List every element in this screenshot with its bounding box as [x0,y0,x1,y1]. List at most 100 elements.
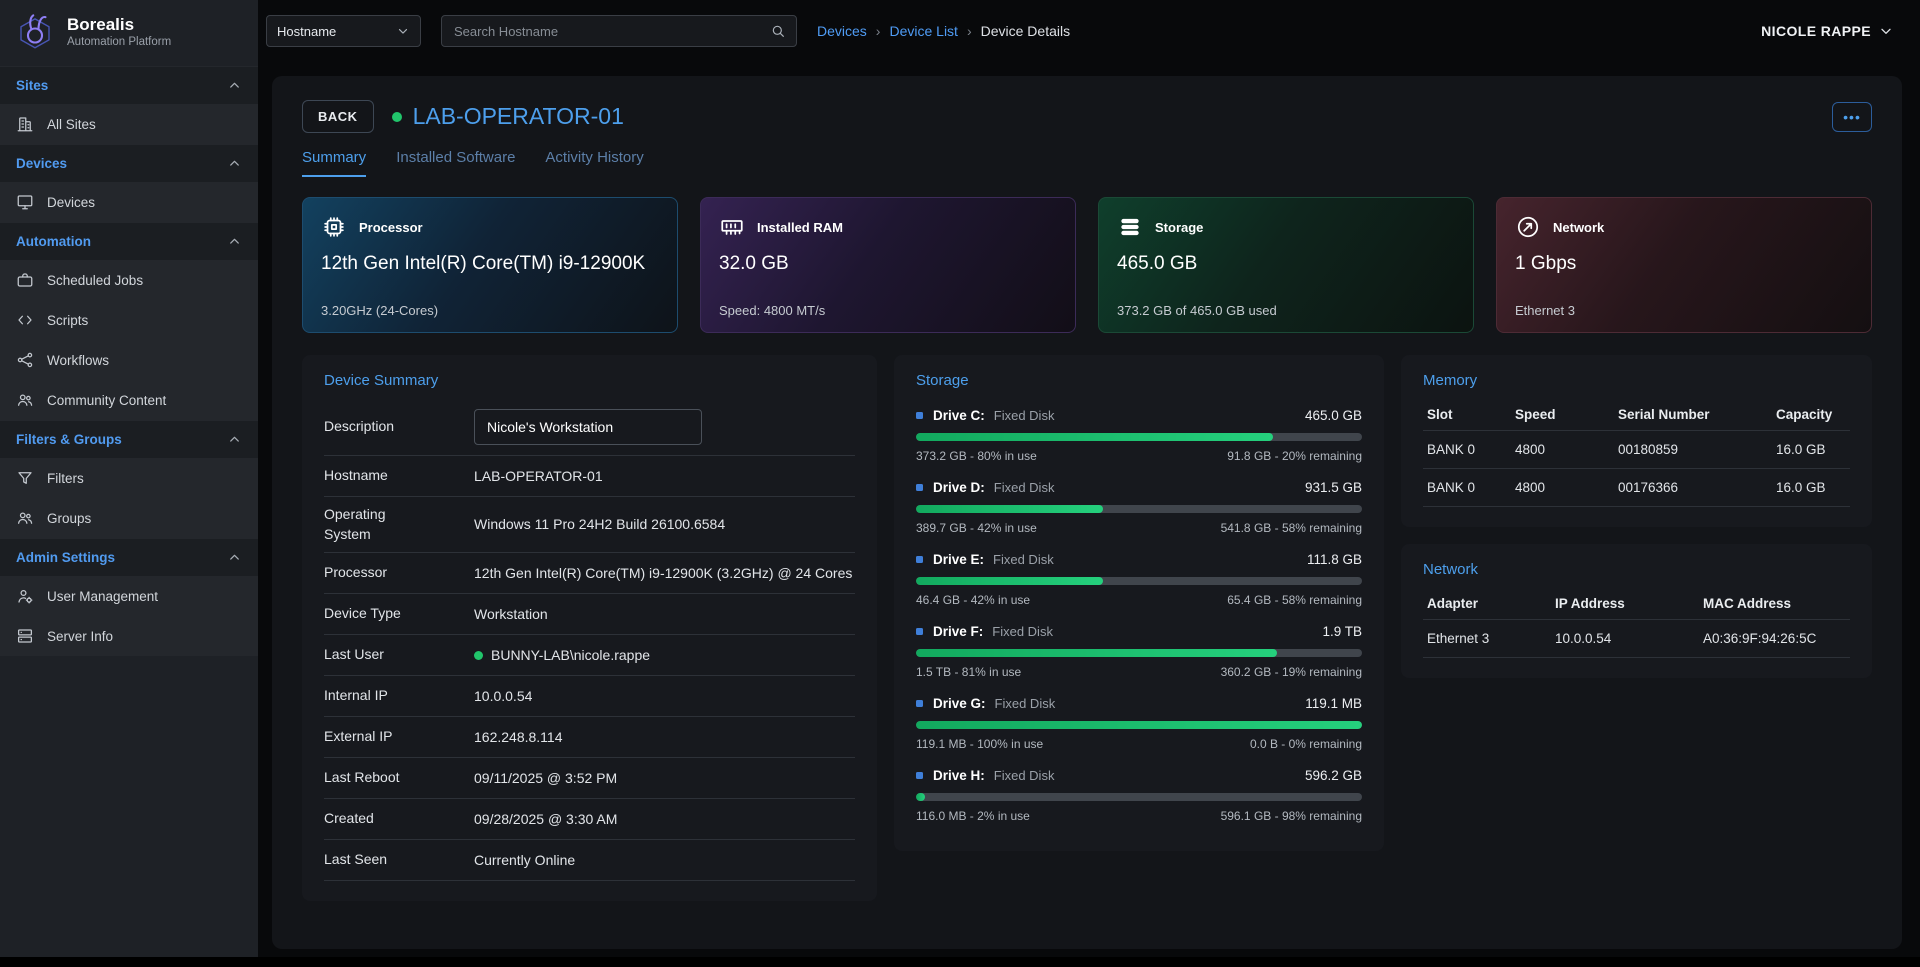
chevron-up-icon [227,550,242,565]
network-icon [1515,214,1541,240]
sidebar-item-scripts[interactable]: Scripts [0,300,258,340]
sidebar-item-scheduled-jobs[interactable]: Scheduled Jobs [0,260,258,300]
building-icon [16,115,34,133]
stat-card-network: Network 1 Gbps Ethernet 3 [1496,197,1872,333]
memory-row: BANK 0 4800 00180859 16.0 GB [1423,431,1850,469]
sidebar-section-devices[interactable]: Devices [0,144,258,182]
drive-usage-fill [916,721,1362,729]
chevron-up-icon [227,78,242,93]
sidebar-item-workflows[interactable]: Workflows [0,340,258,380]
stat-card-installed-ram: Installed RAM 32.0 GB Speed: 4800 MT/s [700,197,1076,333]
drive-remaining-text: 65.4 GB - 58% remaining [1227,593,1362,607]
row-label: Last Reboot [324,768,474,788]
search-icon[interactable] [770,23,786,39]
drive-name: Drive H: [933,768,985,783]
borealis-rabbit-logo-icon [12,9,58,55]
tab-activity-history[interactable]: Activity History [545,149,643,177]
network-card: Network Adapter IP Address MAC Address [1401,544,1872,678]
drive-h: Drive H: Fixed Disk 596.2 GB 116.0 MB - … [916,759,1362,831]
description-input[interactable] [474,409,702,445]
workflow-icon [16,351,34,369]
drive-usage-fill [916,793,925,801]
memory-network-column: Memory Slot Speed Serial Number Capacity [1401,355,1872,678]
stat-subtext: 373.2 GB of 465.0 GB used [1117,303,1455,318]
search-input[interactable] [452,23,770,40]
chevron-up-icon [227,432,242,447]
drive-remaining-text: 91.8 GB - 20% remaining [1227,449,1362,463]
stat-title: Network [1553,220,1604,235]
cpu-icon [321,214,347,240]
stat-subtext: 3.20GHz (24-Cores) [321,303,659,318]
section-label: Devices [16,156,67,171]
row-label: Device Type [324,604,474,624]
drive-c: Drive C: Fixed Disk 465.0 GB 373.2 GB - … [916,399,1362,471]
sidebar-item-filters[interactable]: Filters [0,458,258,498]
breadcrumb-device-list[interactable]: Device List [889,23,957,39]
briefcase-icon [16,271,34,289]
sidebar-item-user-management[interactable]: User Management [0,576,258,616]
server-icon [16,627,34,645]
drive-usage-bar [916,433,1362,441]
row-value: 162.248.8.114 [474,727,563,748]
summary-row-external-ip: External IP 162.248.8.114 [324,717,855,758]
sidebar-section-admin-settings[interactable]: Admin Settings [0,538,258,576]
drive-remaining-text: 360.2 GB - 19% remaining [1221,665,1362,679]
tab-summary[interactable]: Summary [302,149,366,177]
drive-d: Drive D: Fixed Disk 931.5 GB 389.7 GB - … [916,471,1362,543]
sidebar: Borealis Automation Platform Sites All S… [0,0,258,957]
sidebar-section-automation[interactable]: Automation [0,222,258,260]
drive-bullet-icon [916,412,923,419]
row-value: Workstation [474,604,548,625]
chevron-down-icon [1878,23,1894,39]
drive-remaining-text: 0.0 B - 0% remaining [1250,737,1362,751]
breadcrumb-device-details: Device Details [981,23,1070,39]
sidebar-item-label: Devices [47,195,95,210]
sidebar-item-devices[interactable]: Devices [0,182,258,222]
drive-type: Fixed Disk [994,768,1055,783]
row-label: External IP [324,727,474,747]
sidebar-item-all-sites[interactable]: All Sites [0,104,258,144]
sidebar-section-filters-groups[interactable]: Filters & Groups [0,420,258,458]
memory-slot: BANK 0 [1423,469,1511,507]
brand-name: Borealis [67,16,171,35]
drive-usage-fill [916,433,1273,441]
sidebar-item-label: User Management [47,589,158,604]
stat-card-storage: Storage 465.0 GB 373.2 GB of 465.0 GB us… [1098,197,1474,333]
stat-value: 12th Gen Intel(R) Core(TM) i9-12900K [321,253,659,275]
sidebar-item-groups[interactable]: Groups [0,498,258,538]
sidebar-item-community-content[interactable]: Community Content [0,380,258,420]
breadcrumb-devices[interactable]: Devices [817,23,867,39]
sidebar-section-sites[interactable]: Sites [0,66,258,104]
summary-row-created: Created 09/28/2025 @ 3:30 AM [324,799,855,840]
drive-name: Drive D: [933,480,985,495]
chevron-down-icon [396,24,410,38]
drive-name: Drive F: [933,624,983,639]
brand-text: Borealis Automation Platform [67,16,171,49]
sidebar-item-server-info[interactable]: Server Info [0,616,258,656]
content-area: BACK LAB-OPERATOR-01 ••• Summary Install… [258,62,1920,957]
memory-col-slot: Slot [1423,399,1511,431]
stat-card-processor: Processor 12th Gen Intel(R) Core(TM) i9-… [302,197,678,333]
sidebar-item-label: Scripts [47,313,88,328]
memory-serial: 00180859 [1614,431,1772,469]
breadcrumb-separator: › [967,23,972,39]
stat-value: 1 Gbps [1515,253,1853,275]
user-menu[interactable]: NICOLE RAPPE [1761,23,1894,39]
breadcrumb-separator: › [876,23,881,39]
tab-installed-software[interactable]: Installed Software [396,149,515,177]
drive-usage-bar [916,505,1362,513]
memory-table: Slot Speed Serial Number Capacity BANK 0 [1423,399,1850,507]
detail-columns: Device Summary Description Hostname LAB-… [302,355,1872,925]
hostname-filter-select[interactable]: Hostname [266,15,421,47]
chevron-up-icon [227,234,242,249]
network-ip: 10.0.0.54 [1551,620,1699,658]
more-actions-button[interactable]: ••• [1832,102,1872,132]
drive-usage-fill [916,649,1277,657]
back-button[interactable]: BACK [302,100,374,133]
drive-used-text: 389.7 GB - 42% in use [916,521,1037,535]
summary-row-hostname: Hostname LAB-OPERATOR-01 [324,456,855,497]
row-label: Hostname [324,466,474,486]
drive-size: 596.2 GB [1305,768,1362,783]
drive-f: Drive F: Fixed Disk 1.9 TB 1.5 TB - 81% … [916,615,1362,687]
row-value: 09/28/2025 @ 3:30 AM [474,809,617,830]
